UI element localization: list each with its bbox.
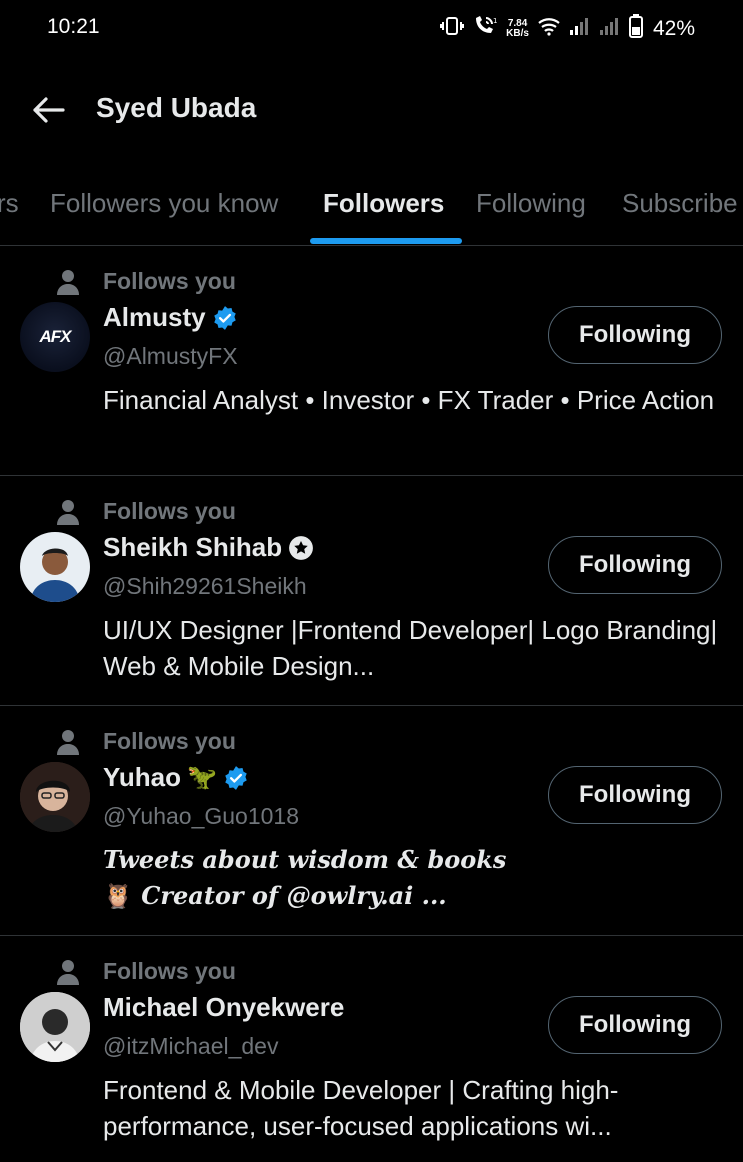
avatar[interactable]	[20, 762, 90, 832]
user-bio: Tweets about wisdom & books 🦉 Creator of…	[103, 842, 723, 914]
speed-unit: KB/s	[506, 27, 529, 39]
battery-percent: 42%	[652, 16, 695, 40]
owl-emoji: 🦉	[103, 881, 133, 910]
user-name[interactable]: Almusty	[103, 302, 206, 333]
user-name-row: Yuhao 🦖	[103, 762, 249, 793]
user-handle: @Shih29261Sheikh	[103, 573, 307, 599]
user-name[interactable]: Sheikh Shihab	[103, 532, 282, 563]
user-name[interactable]: Michael Onyekwere	[103, 992, 344, 1023]
star-badge-icon	[289, 535, 314, 560]
person-icon	[57, 269, 79, 295]
signal-icon-2	[599, 16, 621, 41]
verified-badge-icon	[213, 305, 236, 330]
tab-followers[interactable]: Followers	[323, 188, 444, 219]
avatar[interactable]: AFX	[20, 302, 90, 372]
dinosaur-emoji: 🦖	[187, 764, 217, 791]
bio-line-2: 🦉 Creator of @owlry.ai ...	[103, 878, 723, 914]
battery-icon	[628, 14, 643, 43]
user-name-row: Michael Onyekwere	[103, 992, 344, 1023]
user-bio: Financial Analyst • Investor • FX Trader…	[103, 385, 715, 415]
follows-you-row: Follows you	[56, 728, 236, 755]
user-name[interactable]: Yuhao	[103, 762, 181, 793]
followers-list: Follows you AFX Almusty @AlmustyFX Finan…	[0, 246, 743, 1162]
following-button[interactable]: Following	[548, 996, 722, 1054]
follows-you-label: Follows you	[103, 268, 236, 294]
bio-line-2-text: Creator of @owlry.ai ...	[132, 881, 447, 910]
following-button[interactable]: Following	[548, 766, 722, 824]
user-handle: @AlmustyFX	[103, 343, 238, 369]
user-name-row: Almusty	[103, 302, 238, 333]
verified-badge-icon	[225, 765, 247, 790]
person-icon	[57, 959, 79, 985]
avatar-photo	[20, 992, 90, 1062]
signal-icon	[569, 16, 591, 41]
active-tab-indicator	[310, 238, 462, 244]
follows-you-row: Follows you	[56, 498, 236, 525]
tab-followers-you-know[interactable]: Followers you know	[50, 188, 278, 219]
profile-header: Syed Ubada	[0, 70, 743, 150]
user-handle: @Yuhao_Guo1018	[103, 803, 300, 829]
speed-value: 7.84	[507, 17, 528, 29]
person-icon	[57, 499, 79, 525]
follows-you-label: Follows you	[103, 728, 236, 754]
tab-following[interactable]: Following	[476, 188, 586, 219]
svg-text:1: 1	[493, 17, 497, 25]
network-speed: 7.84 KB/s	[506, 17, 529, 39]
list-item[interactable]: Follows you Sheikh Shihab @Shih29261Shei…	[0, 476, 743, 706]
status-time: 10:21	[47, 15, 100, 38]
avatar[interactable]	[20, 532, 90, 602]
avatar-photo	[30, 548, 80, 602]
page-title: Syed Ubada	[96, 92, 257, 123]
user-handle: @itzMichael_dev	[103, 1033, 279, 1059]
user-name-row: Sheikh Shihab	[103, 532, 314, 563]
status-bar: 10:21 1 7.84 KB/s 42%	[0, 0, 743, 58]
back-button[interactable]	[28, 90, 68, 130]
follows-you-row: Follows you	[56, 268, 236, 295]
tab-bar: rs Followers you know Followers Followin…	[0, 170, 743, 246]
tab-subscriptions[interactable]: Subscribe	[622, 188, 738, 219]
follows-you-row: Follows you	[56, 958, 236, 985]
follows-you-label: Follows you	[103, 958, 236, 984]
following-button[interactable]: Following	[548, 306, 722, 364]
avatar-photo	[20, 762, 90, 832]
person-icon	[57, 729, 79, 755]
avatar-logo-text: AFX	[39, 327, 72, 346]
tab-verified-followers[interactable]: rs	[0, 188, 19, 219]
list-item[interactable]: Follows you Michael Onyekwere @itzMichae…	[0, 936, 743, 1162]
list-item[interactable]: Follows you Yuhao 🦖 @Yuhao_Guo1018 Tweet…	[0, 706, 743, 936]
bio-line-1: Tweets about wisdom & books	[103, 845, 507, 874]
back-arrow-icon	[33, 97, 65, 123]
status-icons: 1 7.84 KB/s 42%	[440, 14, 695, 43]
follows-you-label: Follows you	[103, 498, 236, 524]
user-bio: UI/UX Designer |Frontend Developer| Logo…	[103, 615, 718, 681]
wifi-calling-icon: 1	[472, 15, 498, 42]
vibrate-icon	[440, 15, 465, 42]
user-bio: Frontend & Mobile Developer | Crafting h…	[103, 1075, 619, 1141]
following-button[interactable]: Following	[548, 536, 722, 594]
avatar[interactable]	[20, 992, 90, 1062]
list-item[interactable]: Follows you AFX Almusty @AlmustyFX Finan…	[0, 246, 743, 476]
wifi-icon	[537, 16, 561, 41]
